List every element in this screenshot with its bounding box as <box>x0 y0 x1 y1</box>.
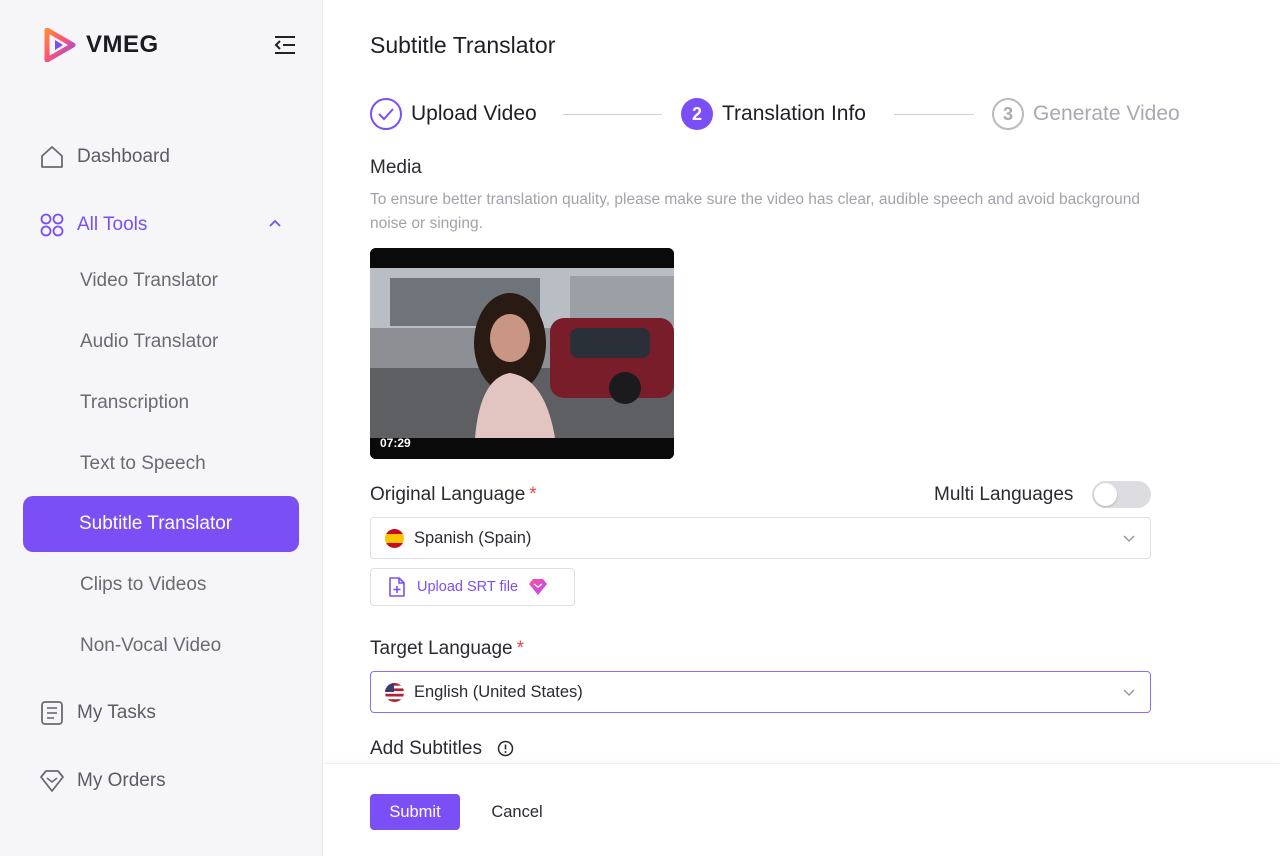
toggle-knob <box>1094 483 1117 506</box>
step-connector <box>894 114 974 115</box>
step-number: 2 <box>681 98 713 130</box>
step-connector <box>563 114 662 115</box>
original-language-text: Original Language <box>370 484 526 505</box>
add-subtitles-label: Add Subtitles <box>370 738 482 759</box>
page-title: Subtitle Translator <box>370 32 556 58</box>
original-language-select[interactable]: Spanish (Spain) <box>370 517 1151 559</box>
media-helper-text: To ensure better translation quality, pl… <box>370 191 1141 232</box>
stepper: Upload Video 2 Translation Info 3 Genera… <box>370 98 1200 132</box>
info-icon[interactable] <box>497 740 514 757</box>
premium-diamond-icon <box>529 579 548 595</box>
step-translation-info: 2 Translation Info <box>681 98 866 130</box>
required-mark: * <box>516 638 525 659</box>
nav-my-tasks-label: My Tasks <box>77 701 156 723</box>
step-generate-video: 3 Generate Video <box>992 98 1180 130</box>
target-language-label: Target Language * <box>370 638 524 660</box>
cancel-button[interactable]: Cancel <box>473 794 561 830</box>
sidebar-item-text-to-speech[interactable]: Text to Speech <box>80 453 206 475</box>
original-language-label: Original Language * <box>370 484 537 506</box>
video-frame-image <box>370 248 674 459</box>
nav-dashboard-label: Dashboard <box>77 145 170 167</box>
video-thumbnail[interactable]: 07:29 <box>370 248 674 459</box>
tasks-list-icon <box>38 699 65 726</box>
sidebar-item-transcription[interactable]: Transcription <box>80 392 189 414</box>
target-language-value: English (United States) <box>414 682 583 701</box>
diamond-icon <box>38 767 65 794</box>
media-label: Media <box>370 157 422 178</box>
submit-button[interactable]: Submit <box>370 794 460 830</box>
sidebar-item-video-translator[interactable]: Video Translator <box>80 270 218 292</box>
file-add-icon <box>389 577 405 597</box>
nav-my-tasks[interactable]: My Tasks <box>38 699 156 726</box>
brand[interactable]: VMEG <box>44 28 159 62</box>
sidebar-item-non-vocal-video[interactable]: Non-Vocal Video <box>80 635 221 657</box>
sidebar-item-clips-to-videos[interactable]: Clips to Videos <box>80 574 206 596</box>
chevron-down-icon <box>1123 689 1135 697</box>
video-duration: 07:29 <box>380 436 411 450</box>
form-footer: Submit Cancel <box>323 763 1280 856</box>
grid-icon <box>38 211 65 238</box>
upload-srt-button[interactable]: Upload SRT file <box>370 568 575 606</box>
sidebar: VMEG Dashboard All Tools Video Translato… <box>0 0 323 856</box>
multi-languages-label: Multi Languages <box>934 484 1074 505</box>
multi-languages-toggle[interactable] <box>1092 481 1151 508</box>
target-language-select[interactable]: English (United States) <box>370 671 1151 713</box>
sidebar-collapse-icon[interactable] <box>272 34 298 56</box>
main-content: Subtitle Translator Upload Video 2 Trans… <box>323 0 1280 856</box>
target-language-text: Target Language <box>370 638 513 659</box>
spain-flag-icon <box>385 528 404 548</box>
original-language-value: Spanish (Spain) <box>414 528 532 547</box>
chevron-up-icon[interactable] <box>268 218 282 228</box>
required-mark: * <box>529 484 537 505</box>
step-label: Upload Video <box>411 102 537 125</box>
vmeg-play-logo-icon <box>44 28 76 62</box>
step-upload-video: Upload Video <box>370 98 537 130</box>
step-number: 3 <box>992 98 1024 130</box>
step-label: Translation Info <box>722 102 866 125</box>
sidebar-item-subtitle-translator[interactable]: Subtitle Translator <box>23 496 299 552</box>
brand-name: VMEG <box>86 31 159 58</box>
home-icon <box>38 143 65 170</box>
step-label: Generate Video <box>1033 102 1180 125</box>
nav-dashboard[interactable]: Dashboard <box>38 143 170 170</box>
nav-all-tools[interactable]: All Tools <box>38 211 147 238</box>
upload-srt-label: Upload SRT file <box>417 579 519 595</box>
sidebar-item-audio-translator[interactable]: Audio Translator <box>80 331 218 353</box>
chevron-down-icon <box>1123 535 1135 543</box>
nav-my-orders-label: My Orders <box>77 769 166 791</box>
us-flag-icon <box>385 682 404 702</box>
nav-my-orders[interactable]: My Orders <box>38 767 166 794</box>
check-icon <box>370 98 402 130</box>
nav-all-tools-label: All Tools <box>77 213 148 235</box>
